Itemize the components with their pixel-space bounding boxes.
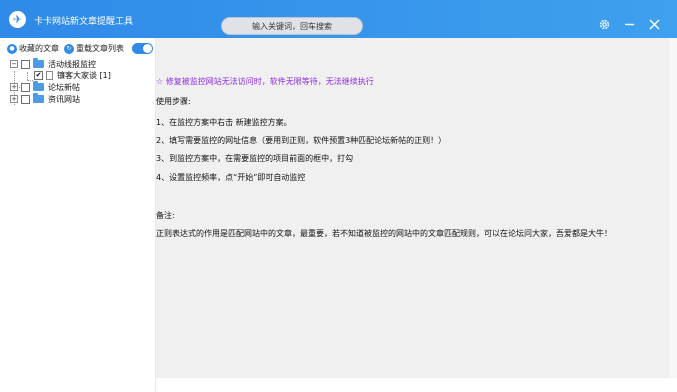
expand-toggle[interactable]: + [10,95,18,103]
search-input[interactable]: 输入关键词，回车搜索 [221,17,363,35]
document-icon [46,70,53,80]
toggle-knob [143,44,152,53]
app-logo-icon: ✈ [9,11,26,28]
tree-checkbox[interactable] [21,59,30,69]
content-panel: ☆ 修复被监控网站无法访问时，软件无限等待，无法继续执行 使用步骤: 1、在监控… [156,38,669,378]
folder-icon [33,81,44,91]
tree-node-child[interactable]: ✔ 镰客大家谈 [1] [34,69,111,81]
close-icon[interactable] [646,16,662,32]
folder-icon [33,58,44,68]
tree-node-news[interactable]: + 资讯网站 [10,93,80,105]
vertical-scrollbar[interactable] [669,38,677,378]
expand-toggle[interactable]: + [10,83,18,91]
step-item: 3、到监控方案中，在需要监控的项目前面的框中，打勾 [156,154,354,163]
title-bar: ✈ 卡卡网站新文章提醒工具 输入关键词，回车搜索 [0,0,677,38]
step-item: 2、填写需要监控的网址信息（要用到正则，软件预置3种匹配论坛新帖的正则！） [156,136,447,145]
sidebar-toolbar: ● 收藏的文章 ↻ 重载文章列表 [7,42,153,55]
reload-icon: ↻ [64,43,74,54]
steps-title: 使用步骤: [156,97,191,106]
step-item: 1、在监控方案中右击 新建监控方案。 [156,118,292,127]
note-title: 备注: [156,211,175,220]
collected-articles-button[interactable]: 收藏的文章 [19,43,59,54]
tree-node-forum[interactable]: + 论坛新帖 [10,81,80,93]
folder-icon [33,93,44,103]
note-text: 正则表达式的作用是匹配网站中的文章，最重要，若不知道被监控的网站中的文章匹配规则… [156,229,612,238]
settings-icon[interactable] [596,16,612,32]
update-highlight: ☆ 修复被监控网站无法访问时，软件无限等待，无法继续执行 [156,77,374,86]
reload-toggle[interactable] [132,43,153,54]
tree-node-label: 活动线报监控 [48,59,96,69]
step-item: 4、设置监控频率，点“开始”即可自动监控 [156,173,306,182]
tree-node-label: 论坛新帖 [48,82,80,92]
reload-list-label: 重载文章列表 [76,44,124,53]
window-title: 卡卡网站新文章提醒工具 [34,17,134,27]
minimize-icon[interactable] [621,16,637,32]
sidebar: ● 收藏的文章 ↻ 重载文章列表 − 活动线报监控 ✔ 镰客大家谈 [1] + … [0,38,155,392]
tree-checkbox-checked[interactable]: ✔ [34,70,43,80]
collected-icon: ● [7,43,17,54]
app-window: ✈ 卡卡网站新文章提醒工具 输入关键词，回车搜索 ● 收藏的文章 ↻ 重载文章列… [0,0,677,392]
collapse-toggle[interactable]: − [10,60,18,68]
tree-node-label: 镰客大家谈 [1] [57,70,111,80]
tree-node-label: 资讯网站 [48,94,80,104]
tree-connector [27,72,28,80]
tree-checkbox[interactable] [21,82,30,92]
tree-checkbox[interactable] [21,94,30,104]
